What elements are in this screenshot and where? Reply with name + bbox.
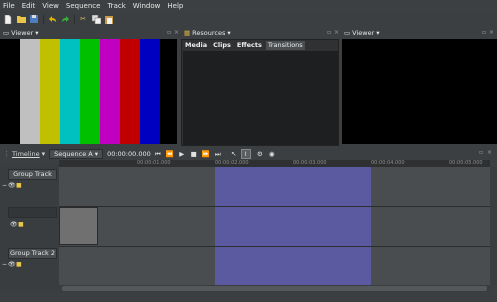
collapse-icon[interactable]: −	[2, 261, 7, 268]
lock-icon[interactable]: ■	[16, 261, 22, 268]
menu-bar: File Edit View Sequence Track Window Hel…	[0, 0, 497, 12]
viewer-right-header: ▭ Viewer ▾ ▫ ×	[344, 28, 496, 38]
track-label-empty[interactable]	[8, 207, 57, 218]
viewer-right-title[interactable]: Viewer	[352, 29, 374, 37]
track-label-group-track-2[interactable]: Group Track 2	[8, 248, 57, 259]
timeline-grip-icon: ⋮	[3, 149, 10, 158]
color-bar	[60, 39, 80, 144]
cut-icon[interactable]: ✂	[78, 14, 88, 24]
timeline-toolbar: ⋮ Timeline ▾ Sequence A ▾ 00:00:00.000 ⏮…	[0, 147, 497, 160]
menu-view[interactable]: View	[42, 2, 59, 10]
close-panel-icon[interactable]: ×	[334, 29, 339, 36]
lock-icon[interactable]: ■	[16, 182, 22, 189]
track-divider	[59, 246, 490, 247]
collapse-icon[interactable]: −	[2, 182, 7, 189]
time-selection[interactable]	[215, 167, 371, 285]
visibility-icon[interactable]: 👁	[10, 221, 18, 228]
chevron-down-icon[interactable]: ▾	[227, 29, 230, 37]
viewer-left-display[interactable]	[0, 39, 177, 144]
float-panel-icon[interactable]: ▫	[479, 149, 483, 156]
undo-icon[interactable]	[47, 14, 57, 24]
visibility-icon[interactable]: 👁	[8, 261, 16, 268]
timeline-clip[interactable]	[59, 207, 98, 245]
sequence-select[interactable]: Sequence A ▾	[49, 148, 104, 159]
color-bar	[120, 39, 140, 144]
float-panel-icon[interactable]: ▫	[482, 29, 486, 36]
fast-forward-icon[interactable]: ⏩	[201, 149, 211, 159]
go-to-start-icon[interactable]: ⏮	[153, 149, 163, 159]
ruler-label: 00:00:01.000	[137, 160, 171, 166]
viewer-left-header: ▭ Viewer ▾ ▫ ×	[3, 28, 179, 38]
edit-tool-icon[interactable]: I	[240, 148, 251, 159]
monitor-icon: ▭	[3, 29, 10, 37]
color-bar	[40, 39, 60, 144]
ruler-label: 00:00:05.000	[449, 160, 483, 166]
redo-icon[interactable]	[60, 14, 70, 24]
tab-transitions[interactable]: Transitions	[265, 41, 305, 50]
horizontal-scrollbar-thumb[interactable]	[62, 286, 487, 291]
tab-effects[interactable]: Effects	[235, 41, 264, 50]
chevron-down-icon[interactable]: ▾	[376, 29, 379, 37]
ruler-label: 00:00:04.000	[371, 160, 405, 166]
vertical-scrollbar[interactable]	[490, 167, 497, 285]
new-file-icon[interactable]	[3, 14, 13, 24]
ruler-label: 00:00:02.000	[215, 160, 249, 166]
float-panel-icon[interactable]: ▫	[167, 29, 171, 36]
color-bar	[80, 39, 100, 144]
status-bar	[0, 292, 497, 302]
menu-help[interactable]: Help	[167, 2, 183, 10]
close-panel-icon[interactable]: ×	[489, 29, 494, 36]
go-to-end-icon[interactable]: ⏭	[213, 149, 223, 159]
chevron-down-icon[interactable]: ▾	[42, 150, 46, 158]
options-icon[interactable]: ◉	[267, 149, 277, 159]
menu-track[interactable]: Track	[107, 2, 125, 10]
close-panel-icon[interactable]: ×	[487, 149, 492, 156]
resources-title[interactable]: Resources	[192, 29, 225, 37]
resources-list[interactable]	[183, 51, 338, 145]
float-panel-icon[interactable]: ▫	[327, 29, 331, 36]
copy-icon[interactable]	[91, 14, 101, 24]
sequence-select-value: Sequence A	[54, 149, 93, 158]
open-folder-icon[interactable]	[16, 14, 26, 24]
toolbar-separator	[43, 14, 44, 24]
track-label-group-track[interactable]: Group Track	[8, 169, 57, 180]
resources-tabs: Media Clips Effects Transitions	[183, 41, 305, 50]
timeline-tracks-area[interactable]	[59, 167, 490, 285]
main-toolbar: ✂	[0, 12, 497, 26]
pointer-tool-icon[interactable]: ↖	[229, 149, 239, 159]
play-icon[interactable]: ▶	[177, 149, 187, 159]
viewer-left-title[interactable]: Viewer	[11, 29, 33, 37]
resources-header: ▦ Resources ▾ ▫ ×	[184, 28, 340, 38]
tab-clips[interactable]: Clips	[211, 41, 233, 50]
horizontal-scrollbar[interactable]	[59, 285, 490, 292]
close-panel-icon[interactable]: ×	[174, 29, 179, 36]
color-bar	[20, 39, 40, 144]
chevron-down-icon[interactable]: ▾	[35, 29, 38, 37]
menu-edit[interactable]: Edit	[22, 2, 36, 10]
menu-sequence[interactable]: Sequence	[66, 2, 101, 10]
monitor-icon: ▭	[344, 29, 351, 37]
rewind-icon[interactable]: ⏪	[165, 149, 175, 159]
timeline-title[interactable]: Timeline	[12, 150, 40, 158]
track-divider	[59, 206, 490, 207]
save-icon[interactable]	[29, 14, 39, 24]
toolbar-separator	[74, 14, 75, 24]
color-bar	[140, 39, 160, 144]
tab-media[interactable]: Media	[183, 41, 209, 50]
timeline-ruler[interactable]: 00:00:01.000 00:00:02.000 00:00:03.000 0…	[59, 160, 490, 167]
color-bar	[100, 39, 120, 144]
timecode-display[interactable]: 00:00:00.000	[107, 150, 151, 158]
settings-icon[interactable]: ⚙	[255, 149, 265, 159]
viewer-right-display[interactable]	[342, 39, 497, 144]
menu-window[interactable]: Window	[133, 2, 161, 10]
lock-icon[interactable]: ■	[18, 221, 24, 228]
color-bars	[20, 39, 160, 144]
stop-icon[interactable]: ■	[189, 149, 199, 159]
paste-icon[interactable]	[104, 14, 114, 24]
visibility-icon[interactable]: 👁	[8, 182, 16, 189]
track-headers: Group Track − 👁 ■ 👁 ■ Group Track 2 − 👁 …	[0, 165, 59, 292]
resources-icon: ▦	[184, 29, 191, 37]
ruler-label: 00:00:03.000	[293, 160, 327, 166]
menu-file[interactable]: File	[3, 2, 15, 10]
